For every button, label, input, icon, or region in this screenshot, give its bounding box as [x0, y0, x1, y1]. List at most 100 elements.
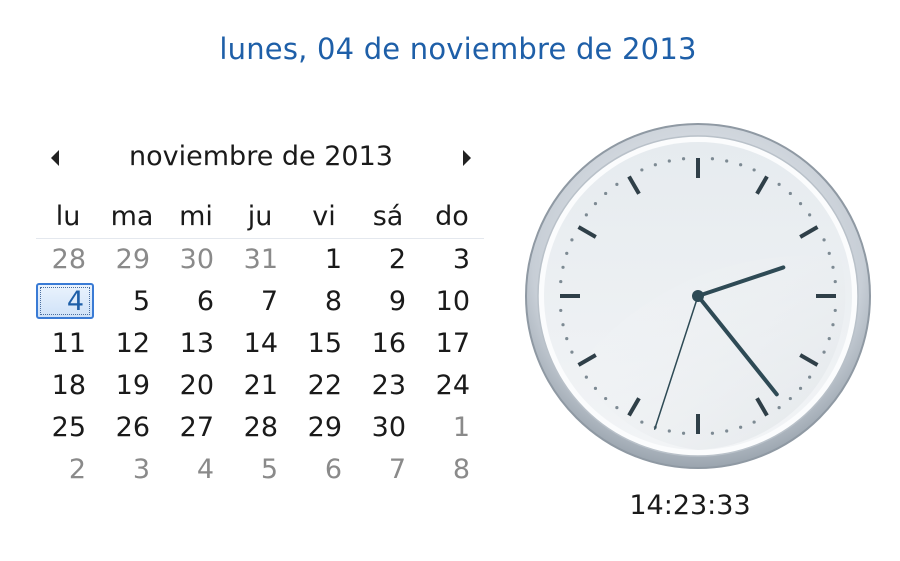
minute-dot: [584, 375, 588, 379]
minute-dot: [822, 350, 826, 354]
calendar-day[interactable]: 29: [292, 407, 356, 449]
calendar-day[interactable]: 5: [228, 449, 292, 491]
triangle-right-icon[interactable]: [454, 146, 478, 170]
minute-dot: [833, 279, 837, 284]
calendar-day[interactable]: 30: [356, 407, 420, 449]
minute-dot: [752, 168, 756, 172]
calendar-day[interactable]: 7: [228, 281, 292, 323]
calendar-day[interactable]: 1: [292, 239, 356, 281]
triangle-left-icon[interactable]: [44, 146, 68, 170]
minute-dot: [593, 386, 598, 390]
minute-dot: [827, 337, 831, 341]
minute-dot: [788, 396, 792, 401]
minute-dot: [561, 265, 565, 269]
calendar-day[interactable]: 16: [356, 323, 420, 365]
minute-dot: [798, 202, 803, 206]
analog-clock: [518, 116, 878, 476]
calendar-day[interactable]: 21: [228, 365, 292, 407]
minute-dot: [570, 350, 574, 354]
minute-dot: [777, 182, 781, 186]
minute-dot: [667, 159, 671, 163]
weekday-header: sá: [356, 196, 420, 239]
calendar-day[interactable]: 25: [36, 407, 100, 449]
calendar-day[interactable]: 7: [356, 449, 420, 491]
calendar-day[interactable]: 11: [36, 323, 100, 365]
calendar-day[interactable]: 22: [292, 365, 356, 407]
calendar-day[interactable]: 9: [356, 281, 420, 323]
minute-dot: [570, 238, 574, 242]
minute-dot: [565, 251, 569, 255]
calendar-day[interactable]: 19: [100, 365, 164, 407]
calendar-day[interactable]: 8: [420, 449, 484, 491]
minute-dot: [615, 406, 619, 410]
minute-dot: [808, 213, 812, 217]
calendar-day[interactable]: 29: [100, 239, 164, 281]
minute-dot: [615, 182, 619, 186]
calendar-day[interactable]: 13: [164, 323, 228, 365]
digital-time: 14:23:33: [629, 490, 751, 521]
calendar-grid: lu ma mi ju vi sá do 28 29 30 31 1 2 3 4 5 6 7 8 9 10 11 12 13 1…: [36, 196, 484, 491]
clock-pivot: [692, 290, 704, 302]
minute-dot: [710, 431, 715, 435]
calendar-day[interactable]: 1: [420, 407, 484, 449]
calendar-day[interactable]: 12: [100, 323, 164, 365]
minute-dot: [593, 202, 598, 206]
calendar-day[interactable]: 28: [36, 239, 100, 281]
calendar-day[interactable]: 14: [228, 323, 292, 365]
minute-dot: [752, 420, 756, 424]
minute-dot: [640, 420, 644, 424]
calendar-day[interactable]: 3: [420, 239, 484, 281]
minute-dot: [831, 265, 835, 269]
minute-dot: [739, 425, 743, 429]
calendar: noviembre de 2013 lu ma mi ju vi sá do 28 29 30 31…: [36, 138, 496, 485]
calendar-day[interactable]: 3: [100, 449, 164, 491]
calendar-day[interactable]: 15: [292, 323, 356, 365]
calendar-day[interactable]: 6: [292, 449, 356, 491]
minute-dot: [559, 279, 563, 284]
month-label[interactable]: noviembre de 2013: [96, 141, 426, 172]
calendar-day[interactable]: 23: [356, 365, 420, 407]
clock-face: [525, 123, 871, 469]
minute-dot: [725, 429, 729, 433]
weekday-header: vi: [292, 196, 356, 239]
weekday-header: mi: [164, 196, 228, 239]
minute-dot: [681, 157, 686, 161]
calendar-day[interactable]: 2: [36, 449, 100, 491]
minute-dot: [604, 191, 608, 196]
weekday-header: lu: [36, 196, 100, 239]
calendar-day[interactable]: 27: [164, 407, 228, 449]
minute-dot: [808, 375, 812, 379]
minute-dot: [584, 213, 588, 217]
minute-dot: [710, 157, 715, 161]
calendar-day[interactable]: 8: [292, 281, 356, 323]
minute-dot: [788, 191, 792, 196]
calendar-day[interactable]: 2: [356, 239, 420, 281]
minute-dot: [777, 406, 781, 410]
calendar-nav: noviembre de 2013: [36, 138, 496, 182]
calendar-day-today[interactable]: 4: [36, 283, 94, 319]
calendar-day[interactable]: 10: [420, 281, 484, 323]
minute-dot: [561, 323, 565, 327]
calendar-day[interactable]: 24: [420, 365, 484, 407]
calendar-day[interactable]: 31: [228, 239, 292, 281]
calendar-day[interactable]: 30: [164, 239, 228, 281]
full-date-header[interactable]: lunes, 04 de noviembre de 2013: [0, 32, 900, 66]
minute-dot: [725, 159, 729, 163]
calendar-day[interactable]: 6: [164, 281, 228, 323]
calendar-day[interactable]: 5: [100, 281, 164, 323]
weekday-header: ju: [228, 196, 292, 239]
minute-dot: [559, 308, 563, 313]
calendar-day[interactable]: 28: [228, 407, 292, 449]
minute-dot: [798, 386, 803, 390]
minute-dot: [640, 168, 644, 172]
calendar-day[interactable]: 26: [100, 407, 164, 449]
calendar-day[interactable]: 18: [36, 365, 100, 407]
calendar-day[interactable]: 4: [164, 449, 228, 491]
weekday-header: ma: [100, 196, 164, 239]
minute-dot: [565, 337, 569, 341]
calendar-day[interactable]: 17: [420, 323, 484, 365]
minute-dot: [604, 396, 608, 401]
minute-dot: [831, 323, 835, 327]
minute-dot: [822, 238, 826, 242]
calendar-day[interactable]: 20: [164, 365, 228, 407]
